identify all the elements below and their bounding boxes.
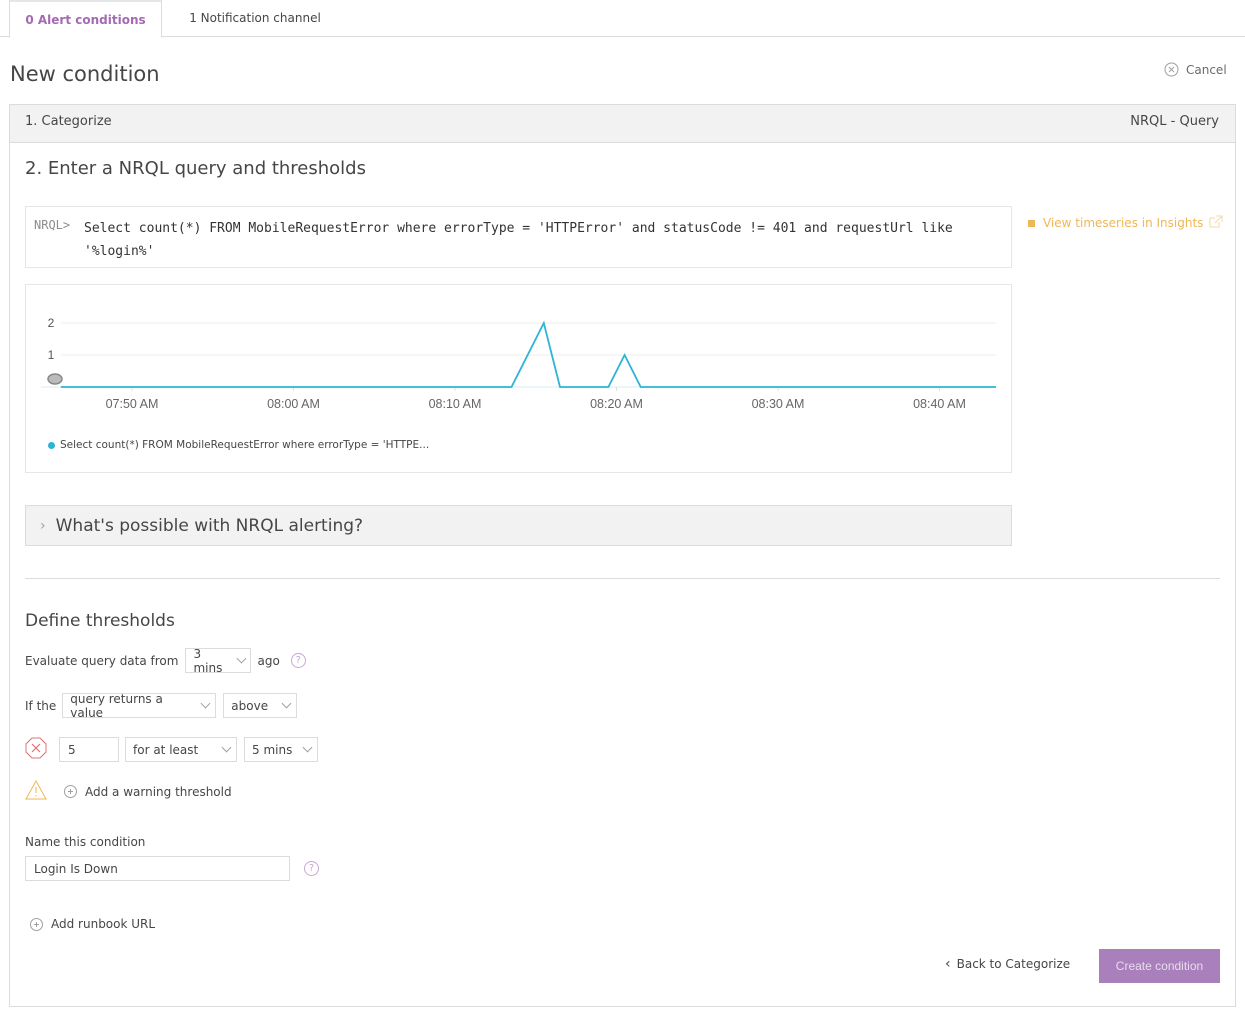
x-tick-label: 08:20 AM (590, 397, 643, 411)
evaluate-suffix: ago (257, 653, 280, 668)
tab-alert-conditions[interactable]: 0 Alert conditions (9, 0, 162, 38)
if-label: If the (25, 698, 57, 713)
y-tick-label: 2 (48, 316, 55, 330)
back-to-categorize-link[interactable]: ‹ Back to Categorize (945, 956, 1070, 972)
chevron-down-icon (281, 698, 292, 709)
create-condition-button[interactable]: Create condition (1099, 949, 1220, 983)
chevron-down-icon (236, 653, 246, 664)
nrql-help-accordion[interactable]: › What's possible with NRQL alerting? (25, 505, 1012, 546)
name-condition-label: Name this condition (25, 835, 146, 849)
chart-plot: 1 2 07:50 AM 08:00 AM 08:10 AM 08:20 AM 08:30 … (41, 316, 997, 411)
page-title: New condition (10, 62, 160, 86)
add-warning-threshold-link[interactable]: Add a warning threshold (64, 785, 232, 799)
warning-icon (25, 779, 47, 803)
critical-threshold-input[interactable]: 5 (59, 737, 119, 762)
condition-card: 1. Categorize NRQL - Query 2. Enter a NR… (9, 104, 1236, 1007)
duration-mode-select[interactable]: for at least (125, 737, 237, 762)
x-tick-label: 08:40 AM (913, 397, 966, 411)
add-warning-label: Add a warning threshold (85, 784, 232, 799)
condition-select-value: query returns a value (70, 691, 163, 720)
zero-marker (47, 373, 63, 385)
if-row: If the query returns a value above (25, 691, 298, 720)
evaluate-window-value: 3 mins (193, 646, 223, 675)
operator-select[interactable]: above (223, 693, 298, 718)
tab-bar: 0 Alert conditions 1 Notification channe… (0, 0, 1245, 38)
insights-square-icon (1028, 219, 1035, 227)
query-chart: 1 2 07:50 AM 08:00 AM 08:10 AM 08:20 AM 08:30 … (25, 284, 1012, 473)
add-runbook-link[interactable]: Add runbook URL (30, 917, 155, 931)
nrql-query-editor[interactable]: NRQL> Select count(*) FROM MobileRequest… (25, 206, 1012, 268)
add-circle-icon (64, 785, 77, 798)
condition-select[interactable]: query returns a value (62, 691, 217, 720)
step-query-title: 2. Enter a NRQL query and thresholds (25, 158, 366, 179)
accordion-label: What's possible with NRQL alerting? (55, 515, 364, 536)
chevron-left-icon: ‹ (945, 956, 951, 972)
critical-threshold-row: 5 for at least 5 mins (25, 737, 318, 762)
duration-select-value: 5 mins (252, 742, 293, 757)
nrql-query-text[interactable]: Select count(*) FROM MobileRequestError … (84, 217, 984, 263)
cancel-button[interactable]: Cancel (1164, 62, 1227, 77)
add-circle-icon (30, 917, 43, 931)
nrql-prompt: NRQL> (34, 218, 71, 232)
step-categorize[interactable]: 1. Categorize NRQL - Query (10, 105, 1235, 143)
evaluate-label: Evaluate query data from (25, 653, 179, 668)
help-icon[interactable]: ? (290, 653, 306, 668)
warning-threshold-row: Add a warning threshold (25, 779, 232, 803)
chevron-right-icon: › (40, 517, 46, 534)
step-categorize-label: 1. Categorize (25, 114, 112, 129)
back-label: Back to Categorize (956, 957, 1071, 971)
condition-name-input[interactable]: Login Is Down (25, 856, 290, 881)
chevron-down-icon (302, 742, 313, 753)
help-icon[interactable]: ? (304, 861, 319, 876)
critical-icon (25, 737, 47, 762)
x-tick-label: 08:10 AM (429, 397, 482, 411)
legend-swatch (48, 441, 55, 449)
runbook-row: Add runbook URL (30, 917, 155, 931)
add-runbook-label: Add runbook URL (51, 917, 156, 931)
chevron-down-icon (221, 742, 232, 753)
chevron-down-icon (200, 698, 211, 709)
duration-select[interactable]: 5 mins (244, 737, 318, 762)
x-tick-label: 08:30 AM (752, 397, 805, 411)
condition-type: NRQL - Query (1130, 114, 1219, 129)
name-row: Login Is Down ? (25, 856, 319, 881)
define-thresholds-title: Define thresholds (25, 611, 175, 631)
chart-legend: Select count(*) FROM MobileRequestError … (48, 439, 429, 451)
view-insights-label: View timeseries in Insights (1043, 216, 1204, 230)
legend-label: Select count(*) FROM MobileRequestError … (60, 439, 430, 451)
evaluate-window-select[interactable]: 3 mins (185, 646, 252, 675)
section-divider (25, 578, 1220, 579)
close-circle-icon (1164, 62, 1179, 77)
tab-notification-channel[interactable]: 1 Notification channel (180, 0, 330, 37)
evaluate-row: Evaluate query data from 3 mins ago ? (25, 646, 306, 675)
view-insights-link[interactable]: View timeseries in Insights (1028, 215, 1223, 231)
y-tick-label: 1 (48, 348, 55, 362)
x-tick-label: 08:00 AM (267, 397, 320, 411)
cancel-label: Cancel (1186, 62, 1227, 77)
duration-mode-value: for at least (133, 742, 199, 757)
operator-select-value: above (231, 698, 269, 713)
x-tick-label: 07:50 AM (106, 397, 159, 411)
external-link-icon (1209, 215, 1223, 231)
